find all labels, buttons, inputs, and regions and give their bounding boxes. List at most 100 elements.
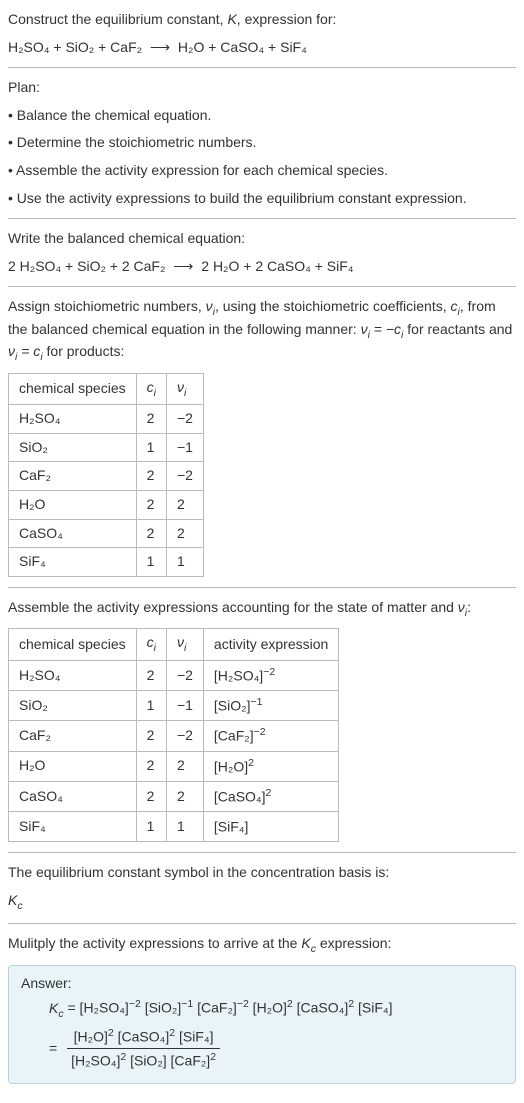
col-ci: ci — [136, 629, 166, 660]
assign-text-a: Assign stoichiometric numbers, — [8, 298, 206, 314]
nu-symbol: νi — [458, 599, 467, 615]
plan-heading: Plan: — [8, 78, 516, 98]
eq-rhs: H₂O + CaSO₄ + SiF₄ — [178, 39, 307, 55]
cell: 2 — [166, 519, 203, 548]
table-row: H₂O22[H₂O]2 — [9, 751, 339, 781]
col-species: chemical species — [9, 373, 137, 404]
table-row: CaSO₄22 — [9, 519, 204, 548]
cell: −2 — [166, 660, 203, 690]
table-row: CaF₂2−2[CaF₂]−2 — [9, 721, 339, 751]
cell: H₂O — [9, 751, 137, 781]
cell: 1 — [166, 548, 203, 577]
plan-bullet-2-text: Determine the stoichiometric numbers. — [17, 134, 257, 150]
plan-bullet-2: • Determine the stoichiometric numbers. — [8, 133, 516, 153]
assign-paragraph: Assign stoichiometric numbers, νi, using… — [8, 297, 516, 364]
table-header-row: chemical species ci νi — [9, 373, 204, 404]
cell: [SiF₄] — [203, 812, 338, 842]
table-row: H₂O22 — [9, 491, 204, 520]
plan-bullet-3: • Assemble the activity expression for e… — [8, 161, 516, 181]
plan-bullet-1: • Balance the chemical equation. — [8, 106, 516, 126]
eq2: νi = ci — [8, 343, 43, 359]
balanced-lhs: 2 H₂SO₄ + SiO₂ + 2 CaF₂ — [8, 258, 165, 274]
fraction-numerator: [H₂O]2 [CaSO₄]2 [SiF₄] — [67, 1026, 220, 1049]
divider — [8, 852, 516, 853]
table-row: SiO₂1−1 — [9, 433, 204, 462]
assign-text-b: , using the stoichiometric coefficients, — [215, 298, 451, 314]
fraction-denominator: [H₂SO₄]2 [SiO₂] [CaF₂]2 — [67, 1049, 220, 1071]
col-ci: ci — [136, 373, 166, 404]
base: [SiF₄] — [214, 819, 249, 835]
assemble-text-a: Assemble the activity expressions accoun… — [8, 599, 458, 615]
assemble-text-b: : — [467, 599, 471, 615]
kc: Kc — [49, 1000, 64, 1016]
answer-line-2: = [H₂O]2 [CaSO₄]2 [SiF₄] [H₂SO₄]2 [SiO₂]… — [21, 1026, 503, 1072]
table-header-row: chemical species ci νi activity expressi… — [9, 629, 339, 660]
table-row: CaSO₄22[CaSO₄]2 — [9, 781, 339, 811]
cell: [H₂O]2 — [203, 751, 338, 781]
cell: 1 — [136, 691, 166, 721]
cell: −2 — [166, 721, 203, 751]
cell: −2 — [166, 462, 203, 491]
cell: 2 — [136, 519, 166, 548]
divider — [8, 923, 516, 924]
cell: −1 — [166, 691, 203, 721]
col-vi: νi — [166, 629, 203, 660]
kc-symbol: Kc — [8, 891, 516, 913]
cell: H₂SO₄ — [9, 660, 137, 690]
table-row: H₂SO₄2−2 — [9, 405, 204, 434]
arrow-icon: ⟶ — [146, 39, 174, 55]
cell: SiO₂ — [9, 433, 137, 462]
arrow-icon: ⟶ — [169, 258, 197, 274]
table-row: CaF₂2−2 — [9, 462, 204, 491]
k-symbol: K — [227, 11, 236, 27]
cell: [CaF₂]−2 — [203, 721, 338, 751]
table-row: H₂SO₄2−2[H₂SO₄]−2 — [9, 660, 339, 690]
assign-text-d: for reactants and — [403, 321, 512, 337]
table-row: SiO₂1−1[SiO₂]−1 — [9, 691, 339, 721]
cell: 2 — [136, 751, 166, 781]
multiply-text-b: expression: — [316, 935, 391, 951]
fraction: [H₂O]2 [CaSO₄]2 [SiF₄] [H₂SO₄]2 [SiO₂] [… — [67, 1026, 220, 1072]
cell: CaSO₄ — [9, 781, 137, 811]
kc-symbol-inline: Kc — [301, 935, 316, 951]
cell: 2 — [166, 491, 203, 520]
balanced-rhs: 2 H₂O + 2 CaSO₄ + SiF₄ — [201, 258, 353, 274]
cell: SiF₄ — [9, 812, 137, 842]
unbalanced-equation: H₂SO₄ + SiO₂ + CaF₂ ⟶ H₂O + CaSO₄ + SiF₄ — [8, 38, 516, 58]
base: [CaF₂] — [214, 728, 254, 744]
plan-bullet-3-text: Assemble the activity expression for eac… — [16, 162, 388, 178]
cell: CaF₂ — [9, 462, 137, 491]
answer-line-1: Kc = [H₂SO₄]−2 [SiO₂]−1 [CaF₂]−2 [H₂O]2 … — [21, 997, 503, 1021]
cell: SiF₄ — [9, 548, 137, 577]
cell: 2 — [166, 751, 203, 781]
cell: H₂O — [9, 491, 137, 520]
base: [H₂O] — [214, 758, 248, 774]
base: [SiO₂] — [214, 698, 251, 714]
cell: [CaSO₄]2 — [203, 781, 338, 811]
exp: 2 — [248, 757, 254, 769]
cell: 2 — [166, 781, 203, 811]
cell: 1 — [136, 548, 166, 577]
cell: [SiO₂]−1 — [203, 691, 338, 721]
cell: SiO₂ — [9, 691, 137, 721]
exp: −1 — [250, 696, 262, 708]
balanced-equation: 2 H₂SO₄ + SiO₂ + 2 CaF₂ ⟶ 2 H₂O + 2 CaSO… — [8, 257, 516, 277]
cell: CaSO₄ — [9, 519, 137, 548]
exp: −2 — [263, 666, 275, 678]
multiply-text-a: Mulitply the activity expressions to arr… — [8, 935, 301, 951]
intro-text-a: Construct the equilibrium constant, — [8, 11, 227, 27]
exp: 2 — [266, 787, 272, 799]
c-symbol: ci — [451, 298, 460, 314]
cell: 2 — [136, 462, 166, 491]
answer-label: Answer: — [21, 974, 503, 994]
eq-lhs: H₂SO₄ + SiO₂ + CaF₂ — [8, 39, 142, 55]
eq1: νi = −ci — [361, 321, 404, 337]
cell: 2 — [136, 781, 166, 811]
cell: 2 — [136, 491, 166, 520]
col-activity: activity expression — [203, 629, 338, 660]
cell: −1 — [166, 433, 203, 462]
assemble-heading: Assemble the activity expressions accoun… — [8, 598, 516, 620]
cell: 1 — [136, 433, 166, 462]
plan-bullet-1-text: Balance the chemical equation. — [17, 107, 212, 123]
intro-text-b: , expression for: — [237, 11, 337, 27]
